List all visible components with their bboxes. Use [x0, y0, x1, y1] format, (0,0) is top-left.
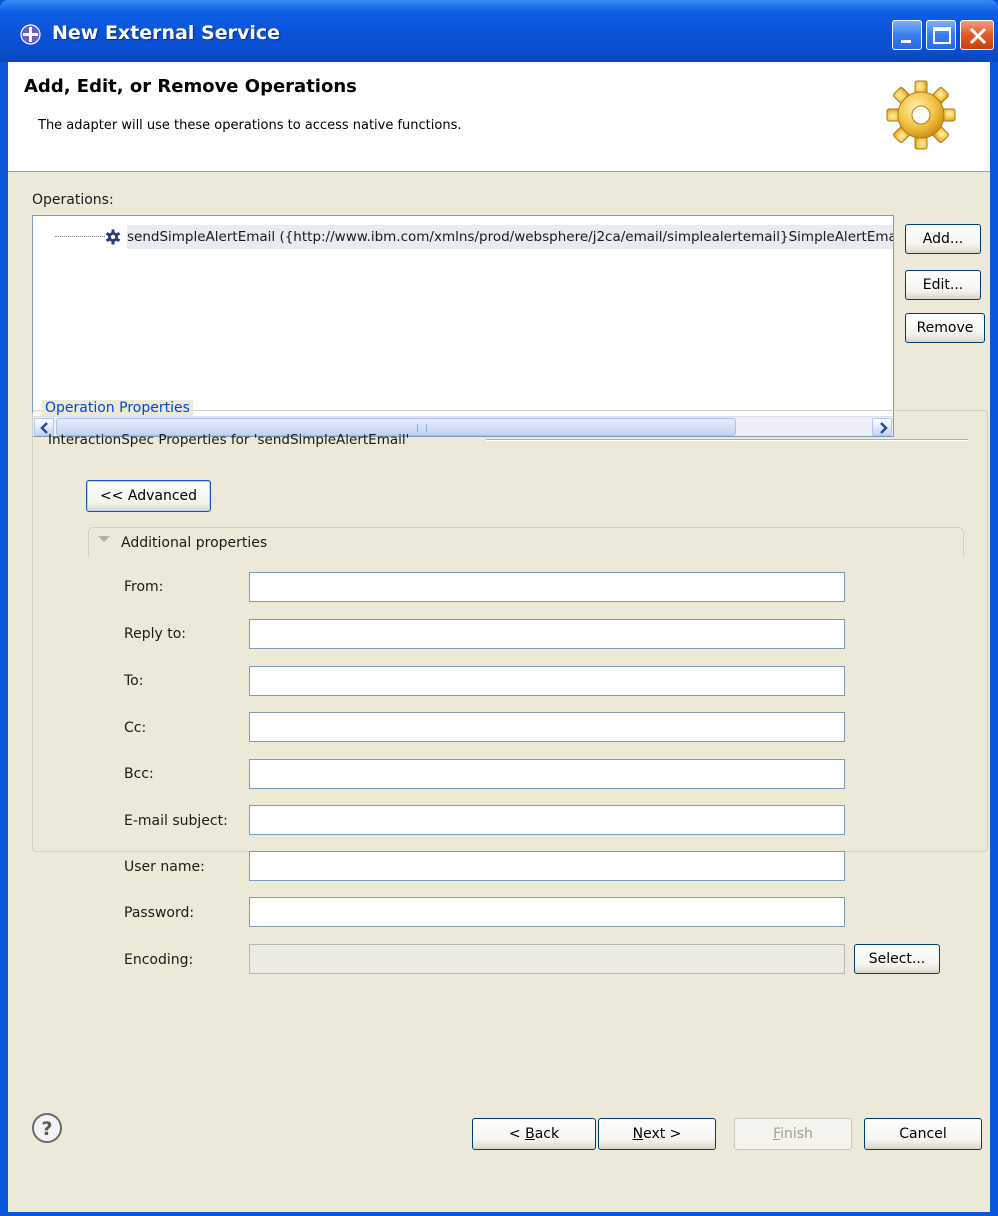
next-button[interactable]: Next >: [598, 1118, 716, 1150]
dialog-client-area: Add, Edit, or Remove Operations The adap…: [8, 62, 990, 1212]
select-encoding-button[interactable]: Select...: [854, 944, 940, 974]
minimize-icon: [901, 40, 911, 43]
edit-button[interactable]: Edit...: [905, 270, 981, 300]
finish-button: Finish: [734, 1118, 852, 1150]
remove-button[interactable]: Remove: [905, 313, 985, 343]
password-label: Password:: [124, 905, 195, 921]
window-title: New External Service: [52, 22, 280, 44]
wizard-header: Add, Edit, or Remove Operations The adap…: [8, 62, 990, 172]
minimize-button[interactable]: [892, 20, 922, 50]
operation-name: sendSimpleAlertEmail ({http://www.ibm.co…: [127, 225, 893, 249]
dialog-window: New External Service Add, Edit, or Remov…: [0, 0, 998, 1216]
list-item[interactable]: sendSimpleAlertEmail ({http://www.ibm.co…: [33, 225, 893, 249]
from-label: From:: [124, 579, 164, 595]
close-button[interactable]: [960, 20, 994, 50]
user-name-field[interactable]: [249, 851, 845, 881]
back-prefix: <: [508, 1126, 526, 1142]
operation-properties-legend: Operation Properties: [42, 400, 193, 416]
maximize-icon: [933, 27, 951, 44]
back-mnemonic: B: [525, 1126, 535, 1142]
next-rest: ext >: [643, 1126, 682, 1142]
reply-to-field[interactable]: [249, 619, 845, 649]
cc-field[interactable]: [249, 712, 845, 742]
back-button[interactable]: < Back: [472, 1118, 596, 1150]
from-field[interactable]: [249, 572, 845, 602]
page-title: Add, Edit, or Remove Operations: [24, 76, 357, 97]
to-label: To:: [124, 673, 144, 689]
operation-gear-icon: [105, 229, 121, 245]
user-name-label: User name:: [124, 859, 205, 875]
interaction-spec-label: InteractionSpec Properties for 'sendSimp…: [48, 432, 410, 448]
additional-properties-label[interactable]: Additional properties: [121, 535, 267, 551]
advanced-button[interactable]: << Advanced: [86, 480, 211, 512]
eclipse-app-icon: [20, 24, 41, 45]
collapse-triangle-icon[interactable]: [98, 536, 110, 542]
maximize-button[interactable]: [926, 20, 956, 50]
cc-label: Cc:: [124, 720, 147, 736]
password-field[interactable]: [249, 897, 845, 927]
bcc-label: Bcc:: [124, 766, 154, 782]
finish-rest: inish: [780, 1126, 813, 1142]
reply-to-label: Reply to:: [124, 626, 186, 642]
cancel-button[interactable]: Cancel: [864, 1118, 982, 1150]
separator: [486, 439, 968, 441]
email-subject-field[interactable]: [249, 805, 845, 835]
title-bar[interactable]: New External Service: [0, 0, 998, 62]
bcc-field[interactable]: [249, 759, 845, 789]
email-subject-label: E-mail subject:: [124, 813, 228, 829]
close-icon: [969, 27, 987, 45]
operations-label: Operations:: [32, 192, 114, 208]
tree-connector: [55, 236, 105, 237]
encoding-label: Encoding:: [124, 952, 194, 968]
help-icon[interactable]: ?: [31, 1112, 63, 1144]
to-field[interactable]: [249, 666, 845, 696]
add-button[interactable]: Add...: [905, 224, 981, 254]
page-description: The adapter will use these operations to…: [38, 118, 462, 133]
gear-icon: [886, 80, 956, 150]
next-mnemonic: N: [632, 1126, 644, 1142]
back-rest: ack: [534, 1126, 560, 1142]
encoding-field: [249, 944, 845, 974]
svg-text:?: ?: [41, 1118, 52, 1140]
